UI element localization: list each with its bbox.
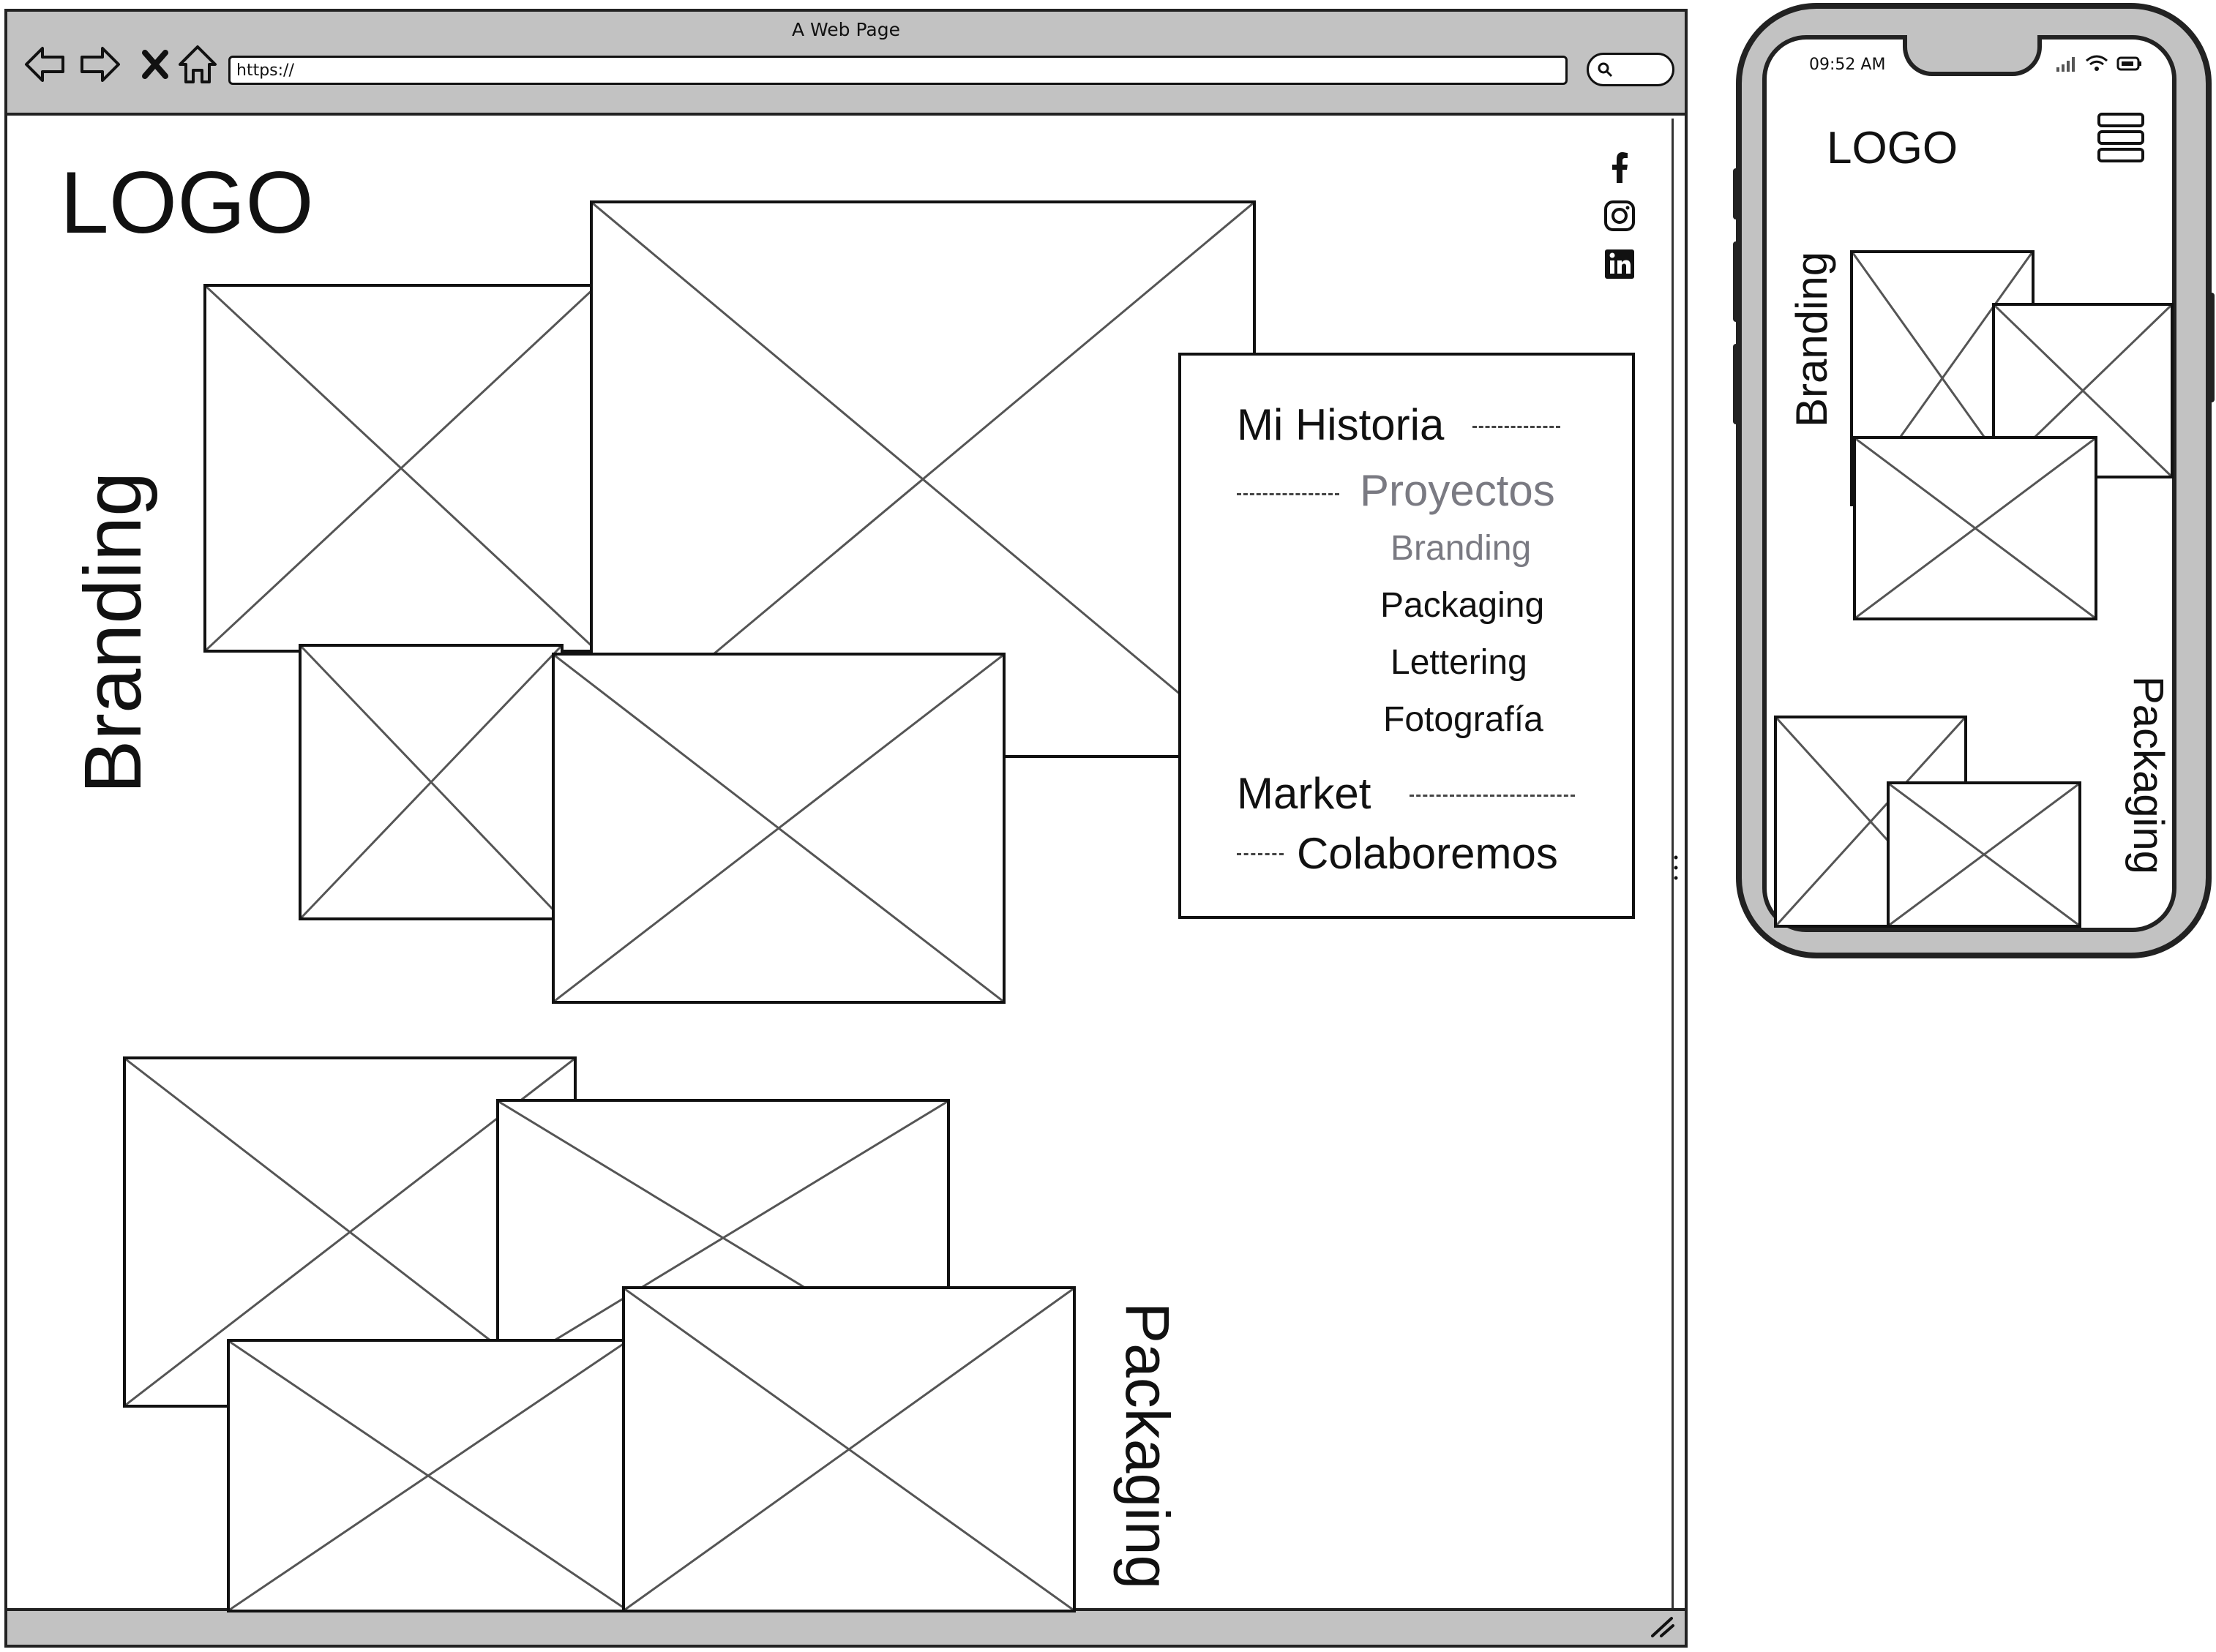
wifi-icon xyxy=(2086,55,2108,71)
battery-icon xyxy=(2116,56,2141,71)
browser-toolbar: A Web Page https:// xyxy=(7,12,1685,116)
image-placeholder xyxy=(203,284,599,653)
hamburger-menu-icon[interactable] xyxy=(2093,110,2149,165)
scroll-handle[interactable] xyxy=(1674,853,1678,882)
signal-icon xyxy=(2056,57,2075,72)
search-icon xyxy=(1598,62,1613,78)
close-x-icon[interactable] xyxy=(132,41,179,88)
submenu-item-lettering[interactable]: Lettering xyxy=(1390,642,1527,683)
packaging-heading: Packaging xyxy=(1113,1302,1182,1590)
instagram-icon[interactable] xyxy=(1603,199,1636,233)
linkedin-icon[interactable] xyxy=(1603,247,1636,281)
image-placeholder xyxy=(1853,436,2097,620)
submenu-item-packaging[interactable]: Packaging xyxy=(1380,585,1544,626)
url-input[interactable]: https:// xyxy=(228,56,1568,85)
browser-statusbar xyxy=(7,1608,1685,1645)
submenu-item-branding[interactable]: Branding xyxy=(1390,528,1531,569)
mobile-packaging-heading: Packaging xyxy=(2125,676,2172,874)
image-placeholder xyxy=(227,1339,629,1612)
mobile-logo[interactable]: LOGO xyxy=(1827,123,1958,174)
submenu-item-fotografia[interactable]: Fotografía xyxy=(1383,699,1543,740)
branding-heading: Branding xyxy=(68,471,158,794)
image-placeholder xyxy=(299,644,564,920)
menu-divider xyxy=(1472,426,1560,428)
home-icon[interactable] xyxy=(174,41,221,88)
menu-divider xyxy=(1410,795,1575,797)
desktop-logo[interactable]: LOGO xyxy=(60,155,314,250)
image-placeholder xyxy=(622,1286,1076,1612)
window-title: A Web Page xyxy=(791,19,901,40)
menu-item-mi-historia[interactable]: Mi Historia xyxy=(1237,399,1444,451)
resize-grip-icon[interactable] xyxy=(1650,1615,1676,1639)
facebook-icon[interactable] xyxy=(1603,151,1636,184)
forward-arrow-icon[interactable] xyxy=(76,41,123,88)
mobile-branding-heading: Branding xyxy=(1787,251,1836,427)
menu-item-colaboremos[interactable]: Colaboremos xyxy=(1297,828,1558,879)
menu-divider xyxy=(1237,853,1284,855)
menu-divider xyxy=(1237,493,1339,495)
image-placeholder xyxy=(552,653,1006,1004)
phone-notch xyxy=(1903,35,2042,76)
image-placeholder xyxy=(1887,781,2081,928)
menu-item-proyectos[interactable]: Proyectos xyxy=(1360,465,1555,517)
back-arrow-icon[interactable] xyxy=(22,41,69,88)
menu-item-market[interactable]: Market xyxy=(1237,768,1371,819)
status-time: 09:52 AM xyxy=(1809,56,1886,74)
browser-search-field[interactable] xyxy=(1587,53,1674,86)
